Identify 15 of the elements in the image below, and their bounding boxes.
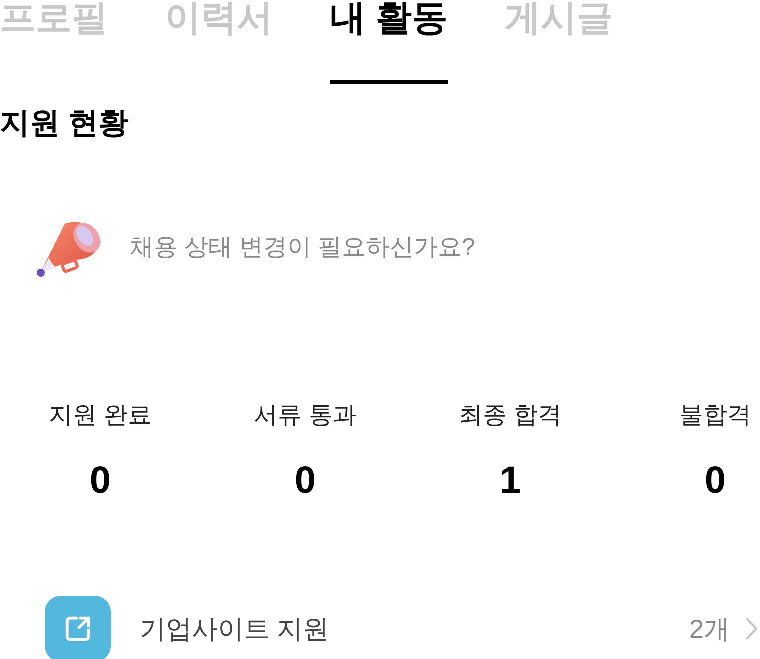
stat-value: 0 <box>704 459 726 503</box>
stat-value: 0 <box>294 459 316 503</box>
section-title: 지원 현황 <box>0 106 130 142</box>
stat-label: 최종 합격 <box>459 401 562 431</box>
chevron-right-icon <box>746 618 758 640</box>
stat-label: 서류 통과 <box>254 401 357 431</box>
stat-label: 불합격 <box>680 401 752 431</box>
stat-value: 0 <box>90 459 112 503</box>
stat-label: 지원 완료 <box>49 401 152 431</box>
list-item-count: 2개 <box>690 613 730 645</box>
stat-value: 1 <box>500 459 522 503</box>
list-item[interactable]: 기업사이트 지원 2개 <box>0 596 760 659</box>
list-item-label: 기업사이트 지원 <box>140 613 330 645</box>
banner-text[interactable]: 채용 상태 변경이 필요하신가요? <box>130 233 476 263</box>
tab[interactable]: 내 활동 <box>330 0 448 84</box>
